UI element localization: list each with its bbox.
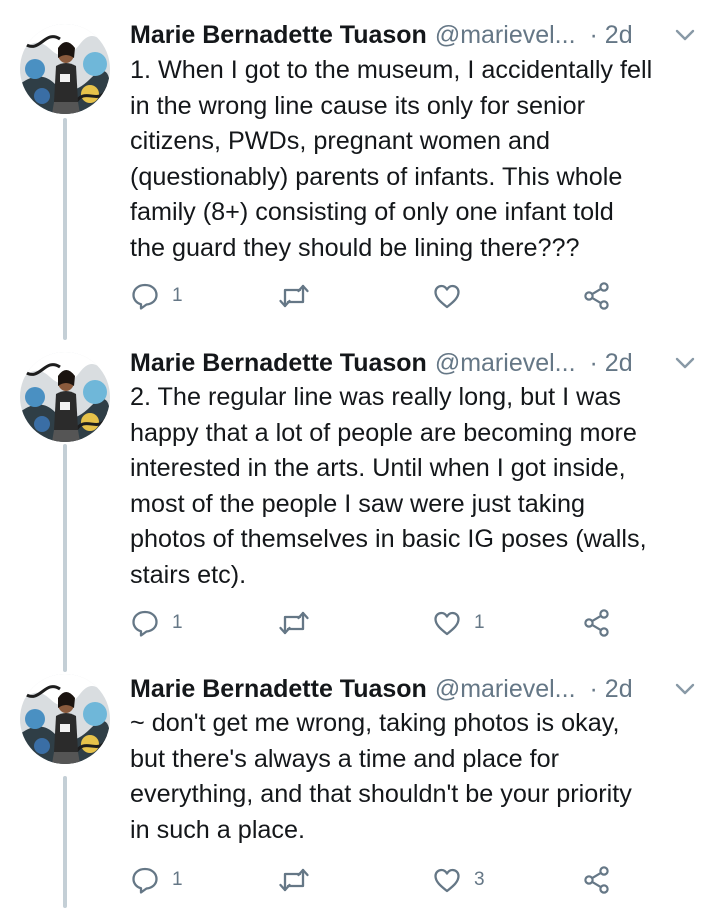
heart-icon [434,868,460,893]
tweet-text-line: happy that a lot of people are becoming … [130,418,637,447]
tweet-text-line: 1. When I got to the museum, I accidenta… [130,56,653,84]
reply-count: 1 [172,869,183,890]
share-icon [584,866,609,894]
display-name[interactable]: Marie Bernadette Tuason [130,349,427,378]
like-button[interactable]: 1 [432,607,485,639]
retweet-icon [279,284,309,308]
retweet-icon [279,611,309,635]
display-name[interactable]: Marie Bernadette Tuason [130,675,427,704]
heart-icon [434,284,460,309]
heart-icon [434,611,460,636]
display-name[interactable]: Marie Bernadette Tuason [130,21,427,50]
like-count: 1 [474,612,485,633]
tweet-timestamp[interactable]: · 2d [590,21,633,50]
tweet-text-line: ~ don't get me wrong, taking photos is o… [130,709,620,737]
tweet-text-line: in the wrong line cause its only for sen… [130,91,586,120]
reply-button[interactable]: 1 [130,607,183,639]
tweet-text-line: citizens, PWDs, pregnant women and [130,127,550,155]
tweet-text-line: (questionably) parents of infants. This … [130,162,623,191]
tweet-text-line: most of the people I saw were just takin… [130,489,586,518]
tweet-text-line: in such a place. [130,815,306,844]
tweet-actions: 1 1 [130,607,630,639]
avatar-image [20,674,110,764]
tweet-text-line: interested in the arts. Until when I got… [130,454,626,482]
like-button[interactable] [432,280,474,312]
share-button[interactable] [582,607,612,639]
tweet-text: 2. The regular line was really long, but… [130,380,700,593]
tweet-thread: Marie Bernadette Tuason @marievel... · 2… [0,0,720,908]
retweet-button[interactable] [278,280,322,312]
tweet-text: ~ don't get me wrong, taking photos is o… [130,706,700,848]
tweet-text-line: but there's always a time and place for [130,744,560,773]
reply-button[interactable]: 1 [130,864,183,896]
tweet-actions: 1 [130,280,630,312]
avatar[interactable] [20,24,110,114]
tweet-timestamp[interactable]: · 2d [590,675,633,704]
reply-icon [132,283,158,310]
tweet-text: 1. When I got to the museum, I accidenta… [130,53,700,266]
avatar-image [20,352,110,442]
reply-icon [132,610,158,637]
reply-count: 1 [172,285,183,306]
share-icon [584,609,609,637]
tweet-text-line: stairs etc). [130,560,247,589]
retweet-button[interactable] [278,864,322,896]
share-icon [584,282,609,310]
tweet-text-line: the guard they should be lining there??? [130,233,580,262]
avatar[interactable] [20,674,110,764]
reply-count: 1 [172,612,183,633]
chevron-down-icon[interactable] [674,26,696,44]
tweet-actions: 1 3 [130,864,630,896]
reply-button[interactable]: 1 [130,280,183,312]
avatar[interactable] [20,352,110,442]
tweet[interactable]: Marie Bernadette Tuason @marievel... · 2… [0,0,720,340]
user-handle[interactable]: @marievel... [435,675,576,704]
tweet-text-line: photos of themselves in basic IG poses (… [130,525,647,553]
retweet-button[interactable] [278,607,322,639]
tweet[interactable]: Marie Bernadette Tuason @marievel... · 2… [0,670,720,908]
tweet-header: Marie Bernadette Tuason @marievel... · 2… [130,18,710,52]
tweet-timestamp[interactable]: · 2d [590,349,633,378]
tweet-text-line: everything, and that shouldn't be your p… [130,780,632,808]
tweet-text-line: 2. The regular line was really long, but… [130,383,621,411]
tweet-text-line: family (8+) consisting of only one infan… [130,198,614,226]
tweet-header: Marie Bernadette Tuason @marievel... · 2… [130,672,710,706]
user-handle[interactable]: @marievel... [435,349,576,378]
share-button[interactable] [582,864,612,896]
tweet-header: Marie Bernadette Tuason @marievel... · 2… [130,346,710,380]
chevron-down-icon[interactable] [674,680,696,698]
like-count: 3 [474,869,485,890]
share-button[interactable] [582,280,612,312]
avatar-image [20,24,110,114]
tweet[interactable]: Marie Bernadette Tuason @marievel... · 2… [0,340,720,670]
reply-icon [132,867,158,894]
chevron-down-icon[interactable] [674,354,696,372]
like-button[interactable]: 3 [432,864,485,896]
user-handle[interactable]: @marievel... [435,21,576,50]
retweet-icon [279,868,309,892]
